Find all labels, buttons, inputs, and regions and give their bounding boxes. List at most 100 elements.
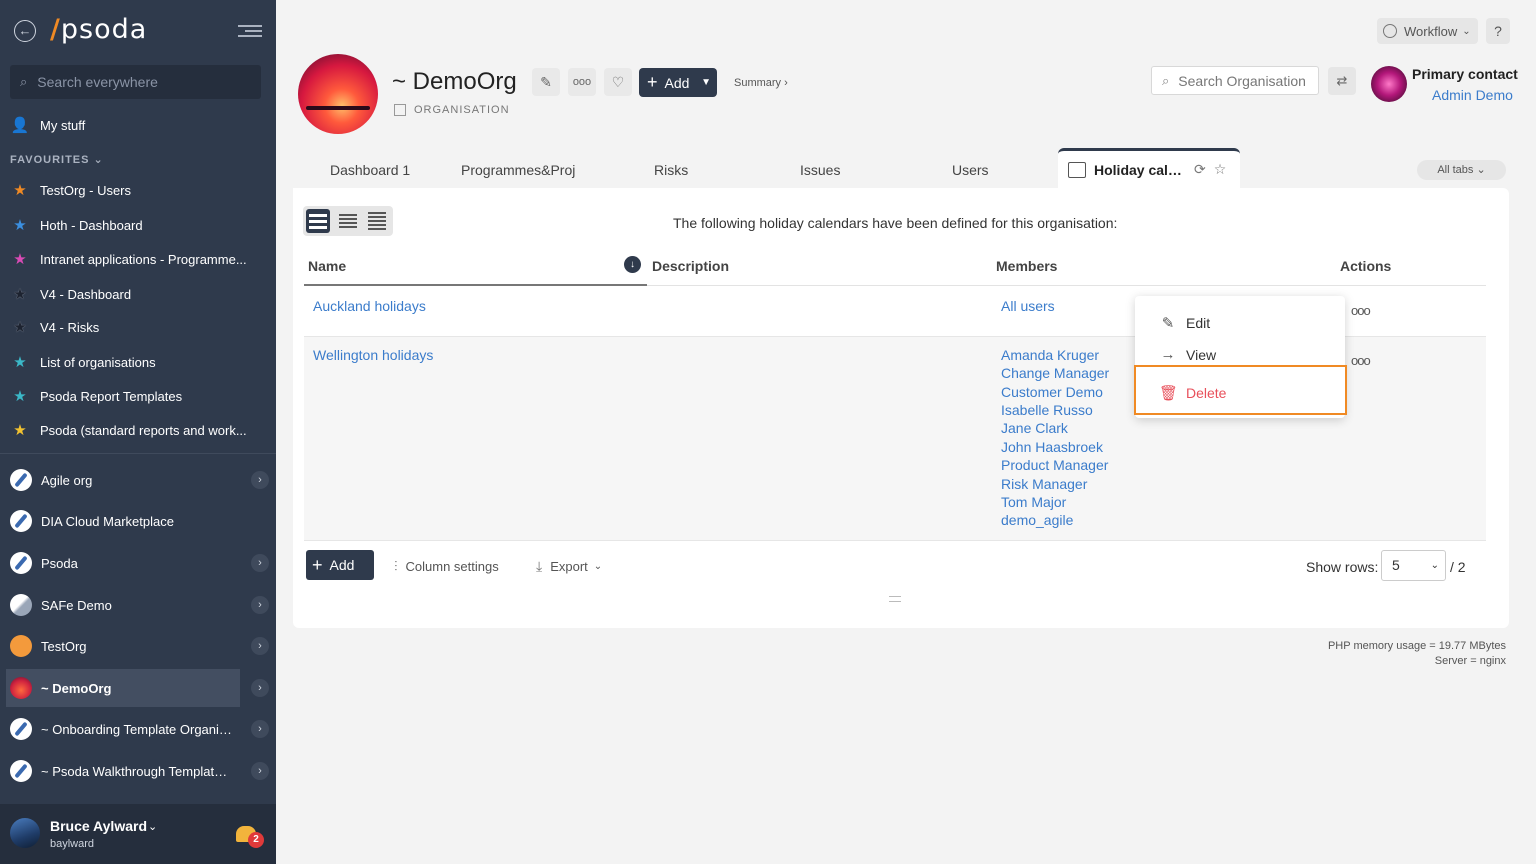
org-item-psoda[interactable]: Psoda › (6, 544, 272, 582)
org-item-testorg[interactable]: TestOrg › (6, 627, 272, 665)
favourites-header[interactable]: FAVOURITES ⌄ (10, 153, 104, 166)
refresh-icon[interactable]: ⟳ (1194, 161, 1206, 178)
workflow-button[interactable]: Workflow ⌄ (1377, 18, 1478, 44)
favourite-label: Hoth - Dashboard (40, 217, 143, 233)
star-icon: ★ (13, 217, 27, 234)
switch-button[interactable]: ⇄ (1328, 67, 1356, 95)
favourite-label: List of organisations (40, 354, 156, 370)
summary-link[interactable]: Summary › (734, 77, 788, 89)
add-calendar-button[interactable]: + Add (306, 550, 374, 580)
user-name: Bruce Aylward (50, 818, 147, 834)
org-item-dia-cloud[interactable]: DIA Cloud Marketplace (6, 502, 272, 540)
chevron-right-icon[interactable]: › (251, 720, 269, 738)
row-actions-icon[interactable]: ooo (1351, 353, 1371, 368)
org-label: ~ DemoOrg (41, 680, 112, 696)
sort-down-icon[interactable]: ↓ (624, 256, 641, 273)
member-link[interactable]: Customer Demo (1001, 384, 1103, 400)
chevron-down-icon: ⌄ (1462, 25, 1471, 37)
member-link[interactable]: Jane Clark (1001, 420, 1068, 436)
member-link[interactable]: All users (1001, 298, 1055, 314)
my-stuff-label: My stuff (40, 117, 86, 133)
column-header-description[interactable]: Description (652, 258, 729, 274)
column-settings-button[interactable]: ⫶ Column settings (394, 558, 499, 575)
edit-button[interactable]: ✎ (532, 68, 560, 96)
member-link[interactable]: Amanda Kruger (1001, 347, 1099, 363)
calendar-link[interactable]: Auckland holidays (313, 298, 426, 314)
menu-item-edit[interactable]: ✎ Edit (1159, 314, 1210, 332)
member-link[interactable]: Product Manager (1001, 457, 1108, 473)
favourite-button[interactable]: ♡ (604, 68, 632, 96)
row-actions-icon[interactable]: ooo (1351, 303, 1371, 318)
member-link[interactable]: Change Manager (1001, 365, 1109, 381)
calendar-link[interactable]: Wellington holidays (313, 347, 433, 363)
chevron-right-icon[interactable]: › (251, 596, 269, 614)
user-login: baylward (50, 838, 95, 850)
org-search-input[interactable] (1178, 72, 1307, 89)
chevron-right-icon[interactable]: › (251, 637, 269, 655)
all-tabs-button[interactable]: All tabs ⌄ (1417, 160, 1506, 180)
primary-contact-link[interactable]: Admin Demo (1432, 87, 1513, 103)
back-arrow-icon[interactable]: ← (14, 20, 36, 42)
tab-dashboard[interactable]: Dashboard 1 (330, 162, 410, 178)
member-link[interactable]: demo_agile (1001, 512, 1073, 528)
psoda-logo[interactable]: /psoda (50, 14, 147, 45)
member-link[interactable]: John Haasbroek (1001, 439, 1103, 455)
export-icon: ⤓ (536, 558, 543, 574)
sidebar: ← /psoda ⌕ 👤 My stuff FAVOURITES ⌄ ★ Test… (0, 0, 276, 864)
org-label: ~ Onboarding Template Organisa... (41, 721, 233, 737)
tab-issues[interactable]: Issues (800, 162, 840, 178)
favourite-item[interactable]: ★ V4 - Dashboard (10, 282, 260, 306)
compass-icon (10, 718, 32, 740)
view-compact-button[interactable] (336, 209, 360, 233)
sliders-icon: ⫶ (394, 558, 398, 574)
resize-handle[interactable] (889, 596, 901, 602)
page-title: ~ DemoOrg (392, 68, 517, 95)
member-link[interactable]: Tom Major (1001, 494, 1066, 510)
org-item-safe-demo[interactable]: SAFe Demo › (6, 586, 272, 624)
export-button[interactable]: ⤓ Export ⌄ (536, 558, 602, 575)
org-item-demoorg[interactable]: ~ DemoOrg › (6, 669, 269, 707)
favourite-label: V4 - Risks (40, 319, 100, 335)
chevron-right-icon[interactable]: › (251, 554, 269, 572)
member-link[interactable]: Risk Manager (1001, 476, 1087, 492)
chevron-right-icon[interactable]: › (251, 471, 269, 489)
favourite-label: TestOrg - Users (40, 182, 132, 198)
favourite-item[interactable]: ★ V4 - Risks (10, 315, 260, 339)
favourite-item[interactable]: ★ List of organisations (10, 350, 260, 374)
tab-programmes[interactable]: Programmes&Proj (461, 162, 579, 178)
chevron-down-icon[interactable]: ⌄ (148, 820, 157, 833)
tab-users[interactable]: Users (952, 162, 989, 178)
tab-holiday-calendars[interactable]: Holiday cale... ⟳ ☆ (1058, 148, 1240, 188)
favourite-item[interactable]: ★ TestOrg - Users (10, 178, 260, 202)
view-toggle (303, 206, 393, 236)
my-stuff-link[interactable]: 👤 My stuff (10, 113, 260, 137)
star-icon: ★ (13, 182, 27, 199)
view-normal-button[interactable] (306, 209, 330, 233)
more-button[interactable]: ooo (568, 68, 596, 96)
add-button[interactable]: + Add ▼ (639, 68, 717, 97)
plus-icon: + (312, 554, 323, 575)
help-button[interactable]: ? (1486, 18, 1510, 44)
favourite-item[interactable]: ★ Intranet applications - Programme... (10, 247, 260, 271)
view-dense-button[interactable] (365, 209, 389, 233)
global-search-input[interactable] (37, 74, 238, 90)
rows-per-page-select[interactable]: 5 ⌄ (1381, 550, 1446, 581)
org-item-onboarding[interactable]: ~ Onboarding Template Organisa... › (6, 710, 272, 748)
favourite-item[interactable]: ★ Psoda Report Templates (10, 384, 260, 408)
tab-risks[interactable]: Risks (654, 162, 688, 178)
member-link[interactable]: Isabelle Russo (1001, 402, 1093, 418)
chevron-down-icon: ⌄ (593, 561, 603, 572)
collapse-menu-icon[interactable] (238, 22, 262, 40)
chevron-right-icon[interactable]: › (251, 679, 269, 697)
menu-item-view[interactable]: → View (1159, 346, 1217, 363)
star-icon[interactable]: ☆ (1214, 161, 1227, 178)
column-header-members[interactable]: Members (996, 258, 1057, 274)
user-panel[interactable]: Bruce Aylward ⌄ baylward (0, 804, 276, 864)
column-header-name[interactable]: Name (308, 258, 346, 274)
favourite-item[interactable]: ★ Hoth - Dashboard (10, 213, 260, 237)
org-item-agile-org[interactable]: Agile org › (6, 461, 272, 499)
org-item-walkthrough[interactable]: ~ Psoda Walkthrough Template P... › (6, 752, 272, 790)
chevron-down-icon: ▼ (701, 77, 711, 88)
chevron-right-icon[interactable]: › (251, 762, 269, 780)
favourite-item[interactable]: ★ Psoda (standard reports and work... (10, 418, 260, 442)
